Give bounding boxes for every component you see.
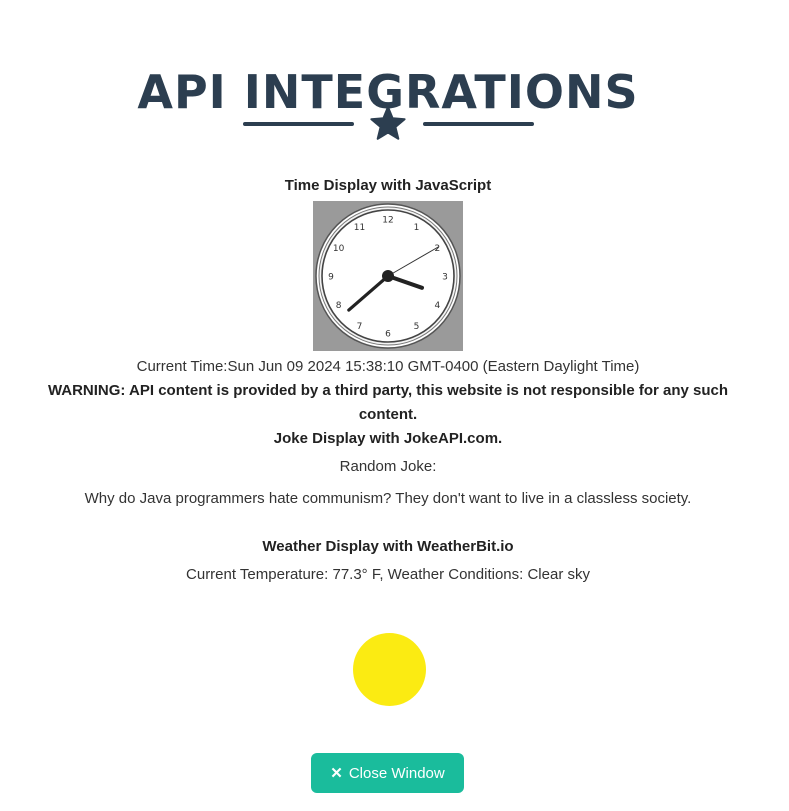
clock-numeral: 8 xyxy=(336,301,342,311)
clock-numeral: 1 xyxy=(414,223,420,233)
close-window-button[interactable]: ✕ Close Window xyxy=(311,753,464,793)
close-icon: ✕ xyxy=(330,764,343,782)
clock-numeral: 3 xyxy=(442,273,448,283)
divider-line-left xyxy=(243,122,354,126)
clock-numeral: 10 xyxy=(333,244,345,254)
joke-label: Random Joke: xyxy=(339,458,437,475)
clock-numeral: 7 xyxy=(357,322,363,332)
clock-numeral: 12 xyxy=(382,216,393,226)
clock-numeral: 11 xyxy=(354,223,365,233)
clock-numeral: 5 xyxy=(414,322,420,332)
clock-center-pin xyxy=(382,270,394,282)
clock-numeral: 4 xyxy=(435,301,441,311)
analog-clock: 121234567891011 xyxy=(313,201,463,351)
api-content: Time Display with JavaScript 12 1 2 3 4 5 6 7 8 9… xyxy=(0,174,776,587)
clock-numeral: 6 xyxy=(385,330,391,340)
star-icon xyxy=(370,106,406,140)
warning-text: WARNING: API content is provided by a th… xyxy=(47,382,729,423)
close-window-label: Close Window xyxy=(348,764,445,782)
divider-line-right xyxy=(423,122,534,126)
weather-text: Current Temperature: 77.3° F, Weather Co… xyxy=(186,566,590,583)
current-time-text: Current Time:Sun Jun 09 2024 15:38:10 GM… xyxy=(136,358,640,375)
clock-numeral: 9 xyxy=(328,273,334,283)
joke-text: Why do Java programmers hate communism? … xyxy=(84,490,692,507)
weather-section-heading: Weather Display with WeatherBit.io xyxy=(262,538,514,555)
title-divider xyxy=(243,106,534,146)
time-section-heading: Time Display with JavaScript xyxy=(284,177,492,194)
sun-icon xyxy=(353,633,426,706)
joke-section-heading: Joke Display with JokeAPI.com. xyxy=(273,430,503,447)
